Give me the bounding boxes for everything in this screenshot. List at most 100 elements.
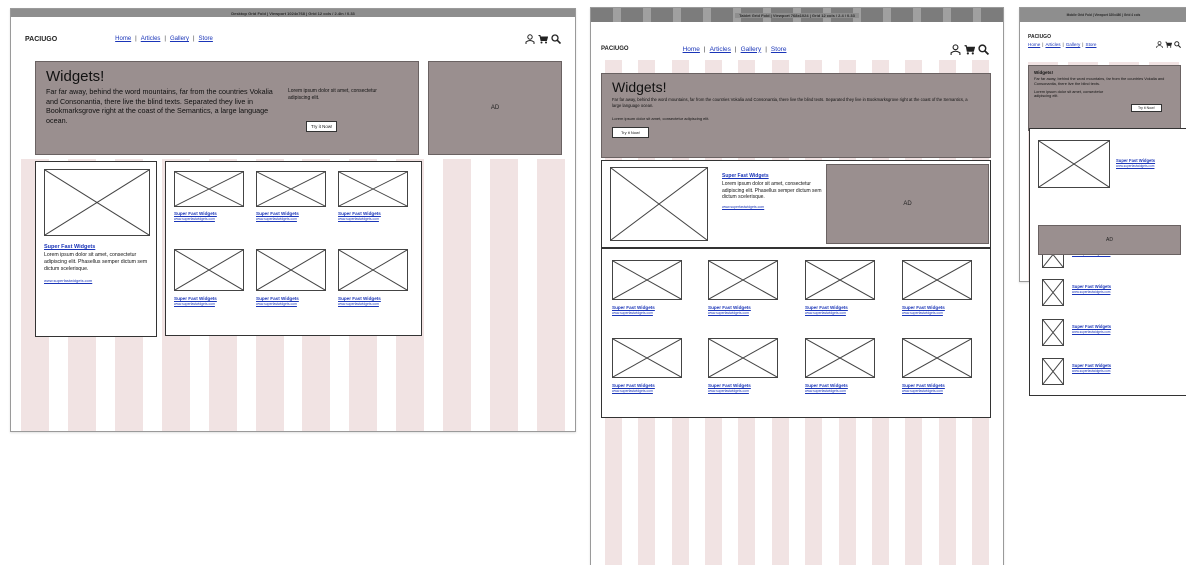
- widget-title[interactable]: Super Fast Widgets: [174, 211, 244, 216]
- widget-tile: Super Fast Widgets www.superfastwidgets.…: [174, 249, 244, 306]
- widget-url[interactable]: www.superfastwidgets.com: [612, 389, 682, 393]
- widget-url[interactable]: www.superfastwidgets.com: [174, 217, 244, 221]
- widget-url[interactable]: www.superfastwidgets.com: [256, 302, 326, 306]
- hero-aside: Lorem ipsum dolor sit amet, consectetur …: [288, 88, 377, 101]
- widget-url[interactable]: www.superfastwidgets.com: [1072, 290, 1111, 294]
- widget-title[interactable]: Super Fast Widgets: [256, 211, 326, 216]
- feature-title[interactable]: Super Fast Widgets: [722, 173, 822, 179]
- user-icon[interactable]: [950, 43, 961, 55]
- widget-tile: Super Fast Widgets www.superfastwidgets.…: [174, 171, 244, 221]
- widget-title[interactable]: Super Fast Widgets: [805, 305, 875, 310]
- widget-url[interactable]: www.superfastwidgets.com: [174, 302, 244, 306]
- cart-icon[interactable]: [964, 44, 975, 55]
- widget-grid: Super Fast Widgets www.superfastwidgets.…: [601, 248, 991, 418]
- image-placeholder: [1042, 319, 1064, 346]
- viewport-info-bar: Tablet Grid Fold | Viewport 768x1024 | G…: [591, 8, 1003, 22]
- nav-gallery[interactable]: Gallery: [1066, 42, 1081, 47]
- search-icon[interactable]: [1174, 41, 1181, 48]
- feature-title[interactable]: Super Fast Widgets: [44, 244, 152, 250]
- widget-title[interactable]: Super Fast Widgets: [256, 296, 326, 301]
- widget-url[interactable]: www.superfastwidgets.com: [1072, 369, 1111, 373]
- widget-tile: Super Fast Widgets www.superfastwidgets.…: [902, 338, 972, 393]
- image-placeholder: [902, 338, 972, 378]
- viewport-info-bar: Mobile Grid Fold | Viewport 320x480 | Gr…: [1020, 8, 1186, 22]
- widget-title[interactable]: Super Fast Widgets: [612, 305, 682, 310]
- hero-body: Far far away, behind the word mountains,…: [1034, 76, 1165, 86]
- nav-home[interactable]: Home: [1028, 42, 1040, 47]
- nav-store[interactable]: Store: [1086, 42, 1097, 47]
- widget-url[interactable]: www.superfastwidgets.com: [338, 217, 408, 221]
- widget-url[interactable]: www.superfastwidgets.com: [612, 311, 682, 315]
- widget-tile: Super Fast Widgets www.superfastwidgets.…: [338, 171, 408, 221]
- feature-title[interactable]: Super Fast Widgets: [1116, 158, 1186, 163]
- widget-title[interactable]: Super Fast Widgets: [805, 383, 875, 388]
- widget-title[interactable]: Super Fast Widgets: [174, 296, 244, 301]
- widget-url[interactable]: www.superfastwidgets.com: [805, 311, 875, 315]
- try-it-now-button[interactable]: Try it Now!: [612, 127, 649, 138]
- feature-url[interactable]: www.superfastwidgets.com: [722, 205, 822, 209]
- widget-url[interactable]: www.superfastwidgets.com: [338, 302, 408, 306]
- nav-store[interactable]: Store: [199, 36, 213, 42]
- header-icons: [1156, 41, 1181, 48]
- nav-store[interactable]: Store: [771, 46, 787, 53]
- try-it-now-button[interactable]: Try it Now!: [306, 121, 338, 132]
- widget-title[interactable]: Super Fast Widgets: [1072, 324, 1111, 329]
- widget-title[interactable]: Super Fast Widgets: [338, 296, 408, 301]
- search-icon[interactable]: [551, 34, 561, 44]
- widget-title[interactable]: Super Fast Widgets: [338, 211, 408, 216]
- widget-url[interactable]: www.superfastwidgets.com: [708, 311, 778, 315]
- widget-url[interactable]: www.superfastwidgets.com: [256, 217, 326, 221]
- widget-url[interactable]: www.superfastwidgets.com: [902, 311, 972, 315]
- viewport-info-bar: Desktop Grid Fold | Viewport 1024x768 | …: [11, 9, 575, 17]
- nav-articles[interactable]: Articles: [710, 46, 731, 53]
- image-placeholder: [805, 260, 875, 300]
- header-icons: [525, 34, 561, 44]
- feature-card: Super Fast Widgets Lorem ipsum dolor sit…: [601, 160, 991, 248]
- nav-gallery[interactable]: Gallery: [741, 46, 762, 53]
- feature-url[interactable]: www.superfastwidgets.com: [44, 278, 152, 283]
- nav-home[interactable]: Home: [683, 46, 700, 53]
- widget-tile: Super Fast Widgets www.superfastwidgets.…: [338, 249, 408, 306]
- hero-banner: Widgets! Far far away, behind the word m…: [601, 73, 991, 158]
- site-header: PACIUGO Home | Articles | Gallery | Store: [591, 38, 1003, 60]
- widget-tile: Super Fast Widgets www.superfastwidgets.…: [805, 260, 875, 315]
- ad-banner: AD: [428, 61, 562, 155]
- feature-card: Super Fast Widgets Lorem ipsum dolor sit…: [35, 161, 157, 337]
- nav-articles[interactable]: Articles: [1045, 42, 1060, 47]
- cart-icon[interactable]: [538, 34, 548, 44]
- search-icon[interactable]: [978, 43, 989, 55]
- ad-banner: AD: [1038, 225, 1181, 255]
- widget-title[interactable]: Super Fast Widgets: [1072, 363, 1111, 368]
- user-icon[interactable]: [525, 34, 535, 44]
- image-placeholder: [338, 249, 408, 291]
- nav-home[interactable]: Home: [115, 36, 131, 42]
- widget-title[interactable]: Super Fast Widgets: [612, 383, 682, 388]
- feature-url[interactable]: www.superfastwidgets.com: [1116, 164, 1186, 168]
- ad-label: AD: [903, 201, 912, 207]
- viewport-info-text: Desktop Grid Fold | Viewport 1024x768 | …: [231, 10, 355, 16]
- main-nav: Home | Articles | Gallery | Store: [1028, 41, 1181, 48]
- widget-url[interactable]: www.superfastwidgets.com: [1072, 330, 1111, 334]
- widget-title[interactable]: Super Fast Widgets: [708, 305, 778, 310]
- nav-gallery[interactable]: Gallery: [170, 36, 189, 42]
- widget-tile: Super Fast Widgets www.superfastwidgets.…: [902, 260, 972, 315]
- site-logo: PACIUGO: [1028, 34, 1051, 40]
- site-logo: PACIUGO: [25, 35, 58, 43]
- cart-icon[interactable]: [1165, 41, 1172, 48]
- widget-title[interactable]: Super Fast Widgets: [708, 383, 778, 388]
- image-placeholder: [1042, 358, 1064, 385]
- hero-body: Far far away, behind the word mountains,…: [612, 97, 968, 108]
- widget-url[interactable]: www.superfastwidgets.com: [708, 389, 778, 393]
- widget-url[interactable]: www.superfastwidgets.com: [805, 389, 875, 393]
- widget-title[interactable]: Super Fast Widgets: [902, 383, 972, 388]
- widget-title[interactable]: Super Fast Widgets: [902, 305, 972, 310]
- hero-title: Widgets!: [612, 79, 667, 95]
- site-logo: PACIUGO: [601, 46, 629, 52]
- try-it-now-button[interactable]: Try it Now!: [1131, 104, 1162, 112]
- widget-title[interactable]: Super Fast Widgets: [1072, 284, 1111, 289]
- user-icon[interactable]: [1156, 41, 1163, 48]
- widget-url[interactable]: www.superfastwidgets.com: [902, 389, 972, 393]
- nav-articles[interactable]: Articles: [141, 36, 161, 42]
- image-placeholder: [256, 249, 326, 291]
- feature-body: Lorem ipsum dolor sit amet, consectetur …: [722, 181, 822, 200]
